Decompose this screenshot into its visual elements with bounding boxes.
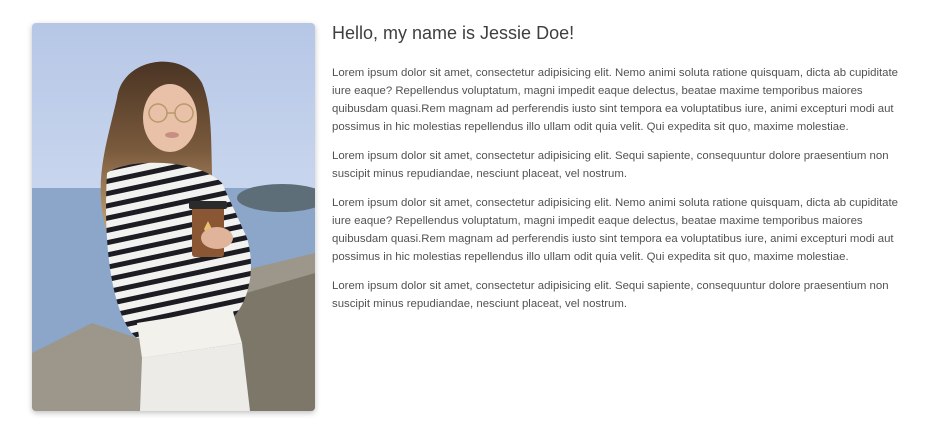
profile-content: Hello, my name is Jessie Doe! Lorem ipsu… (332, 21, 916, 324)
profile-photo (32, 23, 315, 411)
page-title: Hello, my name is Jessie Doe! (332, 23, 575, 43)
bio-paragraph-2: Lorem ipsum dolor sit amet, consectetur … (332, 150, 889, 180)
bio-paragraph-1: Lorem ipsum dolor sit amet, consectetur … (332, 67, 899, 133)
bio-paragraph-4: Lorem ipsum dolor sit amet, consectetur … (332, 280, 889, 310)
profile-page: Hello, my name is Jessie Doe! Lorem ipsu… (0, 0, 950, 429)
bio-paragraph-3: Lorem ipsum dolor sit amet, consectetur … (332, 197, 899, 263)
